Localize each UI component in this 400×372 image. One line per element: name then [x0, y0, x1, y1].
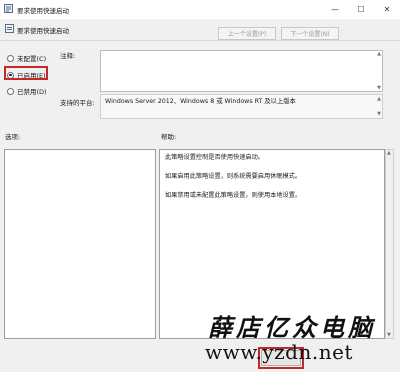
- supported-on-value: Windows Server 2012、Windows 8 或 Windows …: [105, 98, 296, 105]
- scroll-up-icon[interactable]: ▲: [377, 95, 381, 103]
- maximize-button[interactable]: ☐: [348, 0, 374, 19]
- scroll-down-icon[interactable]: ▼: [377, 110, 381, 118]
- close-icon: ✕: [383, 5, 391, 14]
- watermark-url: www.yzdn.net: [205, 340, 353, 364]
- minimize-icon: —: [331, 5, 339, 14]
- radio-disabled[interactable]: 已禁用(D): [7, 86, 47, 96]
- enabled-highlight-box: [4, 66, 48, 80]
- radio-circle: [7, 54, 14, 62]
- window-title: 要求使用快速启动: [17, 7, 69, 15]
- scroll-down-icon[interactable]: ▼: [387, 332, 391, 338]
- maximize-icon: ☐: [357, 5, 365, 14]
- policy-app-icon: [4, 4, 13, 13]
- previous-setting-button[interactable]: 上一个设置(P): [218, 27, 276, 40]
- comment-textbox[interactable]: ▲ ▼: [100, 50, 383, 92]
- supported-on-label: 支持的平台:: [60, 99, 95, 107]
- policy-name: 要求使用快速启动: [17, 27, 69, 35]
- help-paragraph: 此策略设置控制是否使用快速启动。: [165, 154, 264, 161]
- radio-label: 未配置(C): [17, 55, 47, 63]
- help-label: 帮助:: [161, 133, 177, 141]
- next-setting-button[interactable]: 下一个设置(N): [281, 27, 339, 40]
- supported-on-box: Windows Server 2012、Windows 8 或 Windows …: [100, 94, 383, 119]
- help-paragraph: 如果启用此策略设置，则系统需要启用休眠模式。: [165, 173, 302, 180]
- setting-icon: [5, 24, 14, 33]
- scroll-down-icon[interactable]: ▼: [377, 85, 381, 91]
- minimize-button[interactable]: —: [322, 0, 348, 19]
- options-panel[interactable]: [4, 149, 156, 339]
- help-paragraph: 如果禁用或未配置此策略设置，则使用本地设置。: [165, 192, 302, 199]
- help-scrollbar[interactable]: ▲ ▼: [385, 149, 394, 339]
- comment-label: 注释:: [60, 52, 76, 60]
- options-label: 选项:: [5, 133, 21, 141]
- close-button[interactable]: ✕: [374, 0, 400, 19]
- scroll-up-icon[interactable]: ▲: [377, 51, 381, 57]
- radio-label: 已禁用(D): [17, 88, 47, 96]
- scroll-up-icon[interactable]: ▲: [387, 150, 391, 156]
- radio-not-configured[interactable]: 未配置(C): [7, 53, 46, 63]
- watermark-text: 薛店亿众电脑: [208, 313, 376, 342]
- header-divider: [0, 40, 400, 41]
- radio-circle: [7, 87, 14, 95]
